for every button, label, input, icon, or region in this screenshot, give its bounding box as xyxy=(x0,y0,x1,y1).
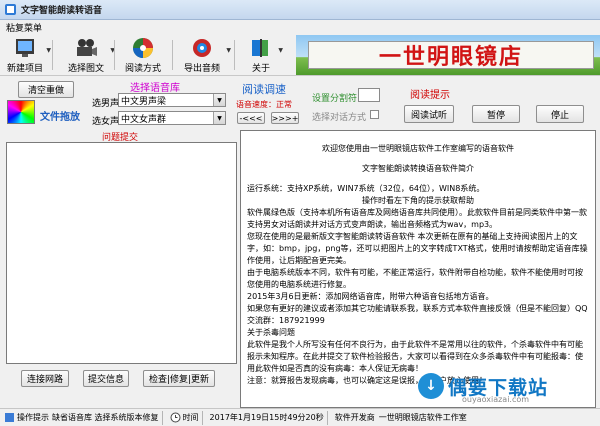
speed-title: 阅读调速 xyxy=(242,83,286,96)
listen-button[interactable]: 阅读试听 xyxy=(404,105,454,123)
watermark: ↓ 偶要下载站 ouyaoxiazai.com xyxy=(418,364,600,408)
speed-status: 语音速度：正常 xyxy=(236,100,292,109)
chevron-down-icon[interactable]: ▼ xyxy=(213,94,225,106)
submit-info-button[interactable]: 提交信息 xyxy=(83,370,129,387)
chevron-down-icon[interactable]: ▼ xyxy=(226,47,231,54)
color-palette-icon xyxy=(7,100,35,124)
select-text-button[interactable]: 选择图文 ▼ xyxy=(64,36,115,74)
segment-label: 设置分割符 xyxy=(312,94,358,104)
toolbar-divider xyxy=(234,40,235,70)
menu-item-main[interactable]: 粘复菜单 xyxy=(6,21,42,34)
intro-line: 软件属绿色版（支持本机所有语音库及网络语音库共同使用）。此款软件目前是同类软件中… xyxy=(247,208,587,229)
intro-line: 文字智能朗读转换语音软件简介 xyxy=(362,164,474,173)
chevron-down-icon[interactable]: ▼ xyxy=(46,47,51,54)
read-tip-label: 阅读提示 xyxy=(410,90,450,101)
intro-line: 如果您有更好的建议或者添加其它功能请联系我，联系方式本软件直接反馈（但是不能回复… xyxy=(247,304,588,325)
dialog-mode-label: 选择对话方式 xyxy=(312,113,367,123)
download-icon: ↓ xyxy=(418,373,444,399)
new-project-icon xyxy=(12,36,38,60)
banner-text: 一世明眼镜店 xyxy=(378,44,523,70)
tip-icon xyxy=(5,413,14,422)
intro-line: 关于杀毒问题 xyxy=(247,328,295,337)
status-bar: 操作提示 缺省语音库 选择系统版本修复 时间 2017年1月19日15时49分2… xyxy=(0,408,600,426)
female-voice-label: 选女声 xyxy=(92,117,120,127)
status-time: 时间 xyxy=(166,412,199,423)
intro-line: 2015年3月6日更新：添加网络语音库，附带六种语音包括地方语音。 xyxy=(247,292,494,301)
intro-line: 操作时看左下角的提示获取帮助 xyxy=(362,196,474,205)
watermark-subtitle: ouyaoxiazai.com xyxy=(462,395,530,404)
status-tip-text: 缺省语音库 选择系统版本修复 xyxy=(52,413,159,422)
female-voice-select[interactable]: 中文女声群 ▼ xyxy=(118,111,226,125)
question-textarea[interactable] xyxy=(6,142,237,364)
status-dev-value: 一世明眼镜店软件工作室 xyxy=(378,413,467,422)
female-voice-value: 中文女声群 xyxy=(121,114,167,125)
speed-up-button[interactable]: >>>+ xyxy=(271,112,299,124)
about-label: 关于 xyxy=(251,64,270,74)
pause-button[interactable]: 暂停 xyxy=(472,105,520,123)
film-camera-icon xyxy=(73,36,99,60)
status-time-label: 时间 xyxy=(182,413,199,422)
control-area: 清空重做 文件拖放 选择语音库 选男声 中文男声梁 ▼ 选女声 中文女声群 ▼ … xyxy=(0,77,600,129)
status-divider xyxy=(161,410,163,425)
status-time-value: 2017年1月19日15时49分20秒 xyxy=(206,412,324,423)
question-panel: 问题提交 xyxy=(6,130,237,364)
about-button[interactable]: 关于 ▼ xyxy=(246,36,283,74)
export-audio-icon xyxy=(189,36,215,60)
toolbar-divider xyxy=(52,40,53,70)
male-voice-select[interactable]: 中文男声梁 ▼ xyxy=(118,93,226,107)
banner-image: 一世明眼镜店 xyxy=(296,35,600,75)
read-mode-button[interactable]: 阅读方式 xyxy=(122,36,164,74)
male-voice-value: 中文男声梁 xyxy=(121,96,167,107)
new-project-label: 新建项目 xyxy=(6,64,43,74)
clear-button[interactable]: 清空重做 xyxy=(18,81,74,98)
intro-line: 欢迎您使用由一世明眼镜店软件工作室编写的语音软件 xyxy=(322,144,514,153)
export-audio-label: 导出音频 xyxy=(183,64,220,74)
new-project-button[interactable]: 新建项目 ▼ xyxy=(6,36,51,74)
segment-input[interactable] xyxy=(358,88,380,102)
status-divider xyxy=(326,410,328,425)
stop-button[interactable]: 停止 xyxy=(536,105,584,123)
status-divider xyxy=(201,410,203,425)
chevron-down-icon[interactable]: ▼ xyxy=(278,47,283,54)
window-title: 文字智能朗读转语音 xyxy=(21,6,103,16)
dialog-mode-checkbox[interactable] xyxy=(370,110,379,119)
status-tip-label: 操作提示 xyxy=(17,413,49,422)
book-icon xyxy=(248,36,274,60)
app-icon xyxy=(5,4,16,15)
title-bar: 文字智能朗读转语音 xyxy=(0,0,600,20)
clock-icon xyxy=(170,412,181,423)
connect-network-button[interactable]: 连接网路 xyxy=(21,370,69,387)
intro-line: 运行系统：支持XP系统，WIN7系统（32位，64位），WIN8系统。 xyxy=(247,184,485,193)
select-text-label: 选择图文 xyxy=(67,64,104,74)
toolbar-divider xyxy=(114,40,115,70)
chevron-down-icon[interactable]: ▼ xyxy=(213,112,225,124)
speed-down-button[interactable]: -<<< xyxy=(237,112,265,124)
shop-sign: 一世明眼镜店 xyxy=(308,41,594,70)
check-repair-update-button[interactable]: 检查|修复|更新 xyxy=(143,370,215,387)
male-voice-label: 选男声 xyxy=(92,99,120,109)
menu-bar: 粘复菜单 xyxy=(0,20,600,34)
export-audio-button[interactable]: 导出音频 ▼ xyxy=(180,36,231,74)
intro-line: 由于电脑系统版本不同，软件有可能，不能正常运行，软件附带自检功能，软件不能使用时… xyxy=(247,268,583,289)
read-mode-label: 阅读方式 xyxy=(124,64,161,74)
drag-drop-label: 文件拖放 xyxy=(40,112,80,123)
color-disc-icon xyxy=(130,36,156,60)
status-developer: 软件开发商 一世明眼镜店软件工作室 xyxy=(331,412,467,423)
intro-line: 您现在使用的是最新版文字智能朗读转语音软件 本次更新在原有的基础上支持阅读图片上… xyxy=(247,232,588,265)
toolbar-divider xyxy=(172,40,173,70)
status-time-text: 2017年1月19日15时49分20秒 xyxy=(209,413,324,422)
status-dev-label: 软件开发商 xyxy=(334,413,375,422)
status-tip: 操作提示 缺省语音库 选择系统版本修复 xyxy=(0,412,159,423)
voice-library-label: 选择语音库 xyxy=(130,83,180,94)
